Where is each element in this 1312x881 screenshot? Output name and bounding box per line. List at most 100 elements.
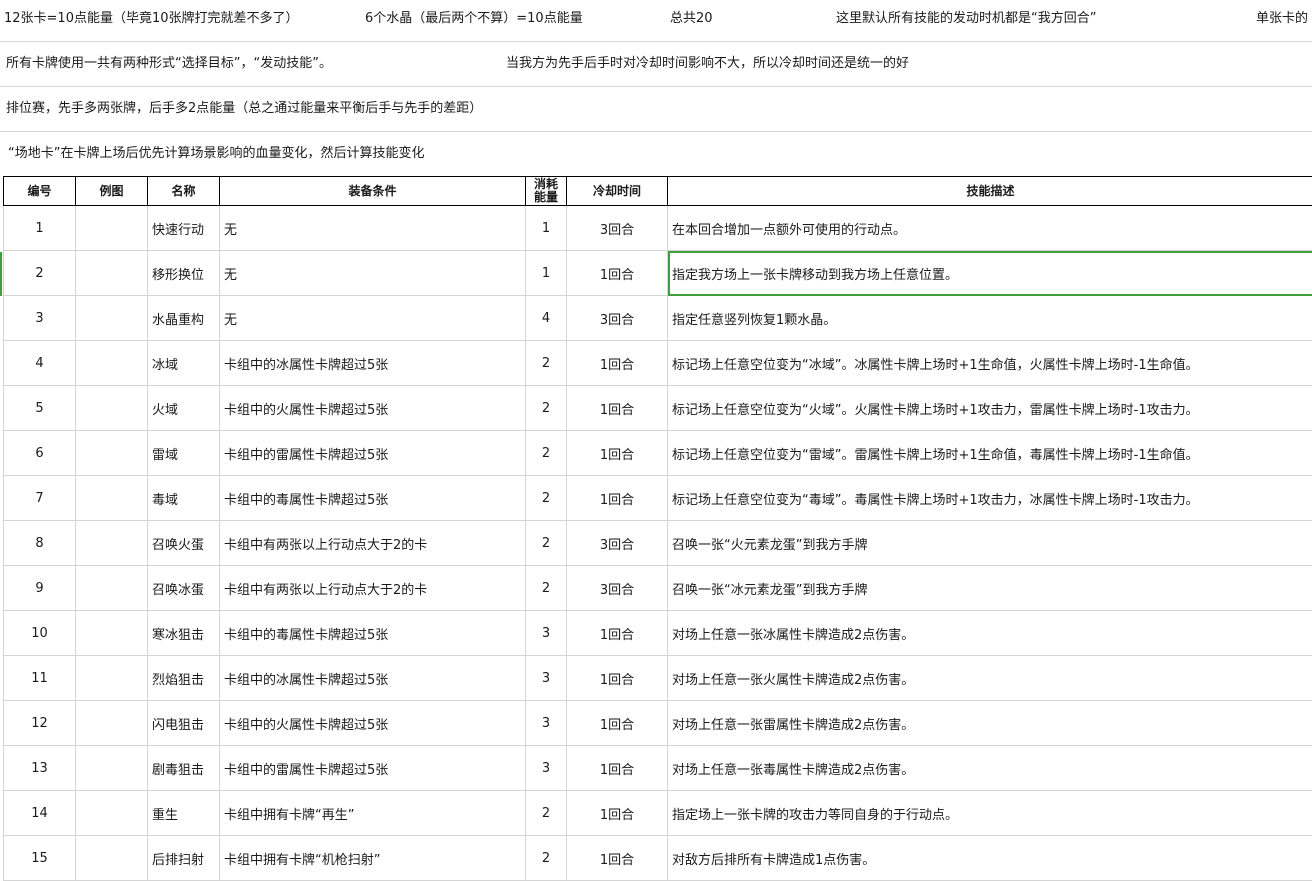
header-name[interactable]: 名称: [148, 177, 220, 206]
cell-cooldown[interactable]: 1回合: [567, 836, 668, 881]
cell-name[interactable]: 后排扫射: [148, 836, 220, 881]
note-energy-cards[interactable]: 12张卡=10点能量（毕竟10张牌打完就差不多了）: [4, 9, 299, 29]
cell-desc[interactable]: 标记场上任意空位变为“火域”。火属性卡牌上场时+1攻击力，雷属性卡牌上场时-1攻…: [668, 386, 1312, 431]
cell-condition[interactable]: 无: [220, 251, 526, 296]
cell-id[interactable]: 2: [4, 251, 76, 296]
cell-image[interactable]: [76, 431, 148, 476]
note-crystals[interactable]: 6个水晶（最后两个不算）=10点能量: [365, 9, 583, 29]
header-desc[interactable]: 技能描述: [668, 177, 1312, 206]
note-field-card[interactable]: “场地卡”在卡牌上场后优先计算场景影响的血量变化，然后计算技能变化: [8, 144, 424, 164]
cell-cooldown[interactable]: 1回合: [567, 746, 668, 791]
cell-name[interactable]: 重生: [148, 791, 220, 836]
cell-condition[interactable]: 卡组中有两张以上行动点大于2的卡: [220, 521, 526, 566]
cell-id[interactable]: 3: [4, 296, 76, 341]
note-cooldown[interactable]: 当我方为先手后手时对冷却时间影响不大，所以冷却时间还是统一的好: [506, 54, 909, 74]
cell-image[interactable]: [76, 701, 148, 746]
cell-desc[interactable]: 对场上任意一张雷属性卡牌造成2点伤害。: [668, 701, 1312, 746]
cell-cooldown[interactable]: 1回合: [567, 611, 668, 656]
cell-condition[interactable]: 卡组中拥有卡牌“机枪扫射”: [220, 836, 526, 881]
cell-name[interactable]: 毒域: [148, 476, 220, 521]
cell-image[interactable]: [76, 656, 148, 701]
cell-id[interactable]: 12: [4, 701, 76, 746]
cell-image[interactable]: [76, 746, 148, 791]
cell-id[interactable]: 10: [4, 611, 76, 656]
note-trigger-timing[interactable]: 这里默认所有技能的发动时机都是“我方回合”: [836, 9, 1096, 29]
cell-id[interactable]: 4: [4, 341, 76, 386]
cell-cost[interactable]: 2: [526, 566, 567, 611]
cell-cost[interactable]: 4: [526, 296, 567, 341]
cell-cost[interactable]: 2: [526, 431, 567, 476]
cell-cooldown[interactable]: 1回合: [567, 791, 668, 836]
cell-image[interactable]: [76, 791, 148, 836]
cell-image[interactable]: [76, 476, 148, 521]
cell-id[interactable]: 6: [4, 431, 76, 476]
cell-name[interactable]: 快速行动: [148, 206, 220, 251]
cell-condition[interactable]: 卡组中的火属性卡牌超过5张: [220, 701, 526, 746]
note-total[interactable]: 总共20: [670, 9, 713, 29]
cell-name[interactable]: 烈焰狙击: [148, 656, 220, 701]
cell-desc[interactable]: 在本回合增加一点额外可使用的行动点。: [668, 206, 1312, 251]
cell-cost[interactable]: 3: [526, 746, 567, 791]
cell-cooldown[interactable]: 3回合: [567, 206, 668, 251]
cell-condition[interactable]: 卡组中的冰属性卡牌超过5张: [220, 656, 526, 701]
cell-image[interactable]: [76, 386, 148, 431]
cell-cost[interactable]: 3: [526, 611, 567, 656]
cell-condition[interactable]: 卡组中的火属性卡牌超过5张: [220, 386, 526, 431]
cell-name[interactable]: 火域: [148, 386, 220, 431]
note-usage-forms[interactable]: 所有卡牌使用一共有两种形式“选择目标”，“发动技能”。: [6, 54, 332, 74]
cell-name[interactable]: 闪电狙击: [148, 701, 220, 746]
note-ranked[interactable]: 排位赛，先手多两张牌，后手多2点能量（总之通过能量来平衡后手与先手的差距）: [6, 99, 482, 119]
cell-desc[interactable]: 标记场上任意空位变为“雷域”。雷属性卡牌上场时+1生命值，毒属性卡牌上场时-1生…: [668, 431, 1312, 476]
cell-cost[interactable]: 2: [526, 386, 567, 431]
cell-id[interactable]: 8: [4, 521, 76, 566]
cell-image[interactable]: [76, 611, 148, 656]
cell-condition[interactable]: 无: [220, 206, 526, 251]
cell-image[interactable]: [76, 251, 148, 296]
cell-condition[interactable]: 卡组中的毒属性卡牌超过5张: [220, 476, 526, 521]
cell-cooldown[interactable]: 1回合: [567, 701, 668, 746]
cell-desc[interactable]: 召唤一张“冰元素龙蛋”到我方手牌: [668, 566, 1312, 611]
cell-cost[interactable]: 1: [526, 251, 567, 296]
cell-cooldown[interactable]: 3回合: [567, 566, 668, 611]
cell-image[interactable]: [76, 836, 148, 881]
cell-cost[interactable]: 2: [526, 791, 567, 836]
cell-desc[interactable]: 对场上任意一张冰属性卡牌造成2点伤害。: [668, 611, 1312, 656]
cell-id[interactable]: 9: [4, 566, 76, 611]
cell-condition[interactable]: 卡组中拥有卡牌“再生”: [220, 791, 526, 836]
header-id[interactable]: 编号: [4, 177, 76, 206]
cell-id[interactable]: 1: [4, 206, 76, 251]
cell-cost[interactable]: 2: [526, 341, 567, 386]
cell-name[interactable]: 移形换位: [148, 251, 220, 296]
cell-image[interactable]: [76, 206, 148, 251]
cell-image[interactable]: [76, 341, 148, 386]
cell-cost[interactable]: 2: [526, 476, 567, 521]
header-condition[interactable]: 装备条件: [220, 177, 526, 206]
cell-name[interactable]: 雷域: [148, 431, 220, 476]
cell-desc[interactable]: 对敌方后排所有卡牌造成1点伤害。: [668, 836, 1312, 881]
cell-condition[interactable]: 卡组中有两张以上行动点大于2的卡: [220, 566, 526, 611]
cell-name[interactable]: 召唤火蛋: [148, 521, 220, 566]
cell-cost[interactable]: 2: [526, 836, 567, 881]
cell-name[interactable]: 寒冰狙击: [148, 611, 220, 656]
cell-condition[interactable]: 无: [220, 296, 526, 341]
cell-cost[interactable]: 1: [526, 206, 567, 251]
cell-cost[interactable]: 3: [526, 656, 567, 701]
cell-cost[interactable]: 3: [526, 701, 567, 746]
cell-condition[interactable]: 卡组中的雷属性卡牌超过5张: [220, 431, 526, 476]
cell-name[interactable]: 召唤冰蛋: [148, 566, 220, 611]
cell-cooldown[interactable]: 1回合: [567, 431, 668, 476]
cell-name[interactable]: 水晶重构: [148, 296, 220, 341]
cell-id[interactable]: 15: [4, 836, 76, 881]
cell-id[interactable]: 5: [4, 386, 76, 431]
cell-cooldown[interactable]: 3回合: [567, 521, 668, 566]
cell-cooldown[interactable]: 1回合: [567, 341, 668, 386]
header-cost[interactable]: 消耗 能量: [526, 177, 567, 206]
cell-desc[interactable]: 标记场上任意空位变为“毒域”。毒属性卡牌上场时+1攻击力，冰属性卡牌上场时-1攻…: [668, 476, 1312, 521]
cell-condition[interactable]: 卡组中的雷属性卡牌超过5张: [220, 746, 526, 791]
cell-name[interactable]: 剧毒狙击: [148, 746, 220, 791]
cell-id[interactable]: 14: [4, 791, 76, 836]
cell-desc[interactable]: 对场上任意一张火属性卡牌造成2点伤害。: [668, 656, 1312, 701]
cell-desc[interactable]: 指定任意竖列恢复1颗水晶。: [668, 296, 1312, 341]
cell-id[interactable]: 7: [4, 476, 76, 521]
header-image[interactable]: 例图: [76, 177, 148, 206]
